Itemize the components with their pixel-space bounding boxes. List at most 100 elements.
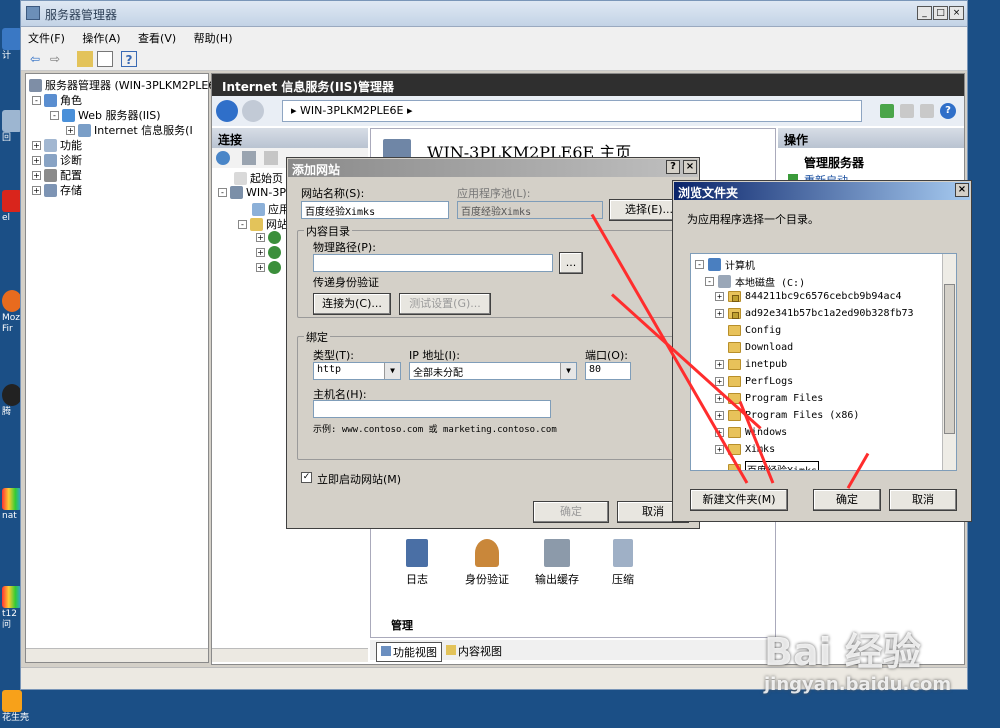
up-folder-icon[interactable] [77,51,93,67]
browse-ok-button[interactable]: 确定 [813,489,881,511]
maximize-button[interactable]: □ [933,6,948,20]
desktop-icon-nat[interactable]: nat [2,488,22,522]
feature-log[interactable]: 日志 [387,539,447,587]
conn-server[interactable]: - WIN-3P [218,186,286,199]
expand-icon[interactable]: + [66,125,75,135]
desktop-icon-qq[interactable]: 腾 [2,384,22,418]
expand-icon[interactable]: + [256,248,265,257]
tree-computer[interactable]: - 计算机 [695,257,755,272]
expand-icon[interactable]: + [715,292,724,301]
feature-auth[interactable]: 身份验证 [457,539,517,587]
expand-icon[interactable]: + [715,377,724,386]
expand-icon[interactable]: + [32,155,41,165]
expand-icon[interactable]: + [32,170,41,180]
start-site-checkbox[interactable]: ✓ [301,472,312,483]
scrollbar-thumb[interactable] [944,284,955,434]
home-icon[interactable] [920,104,934,118]
expand-icon[interactable]: + [256,263,265,272]
tree-config[interactable]: + 配置 [32,167,82,183]
conn-sites[interactable]: - 网站 [238,216,288,232]
minimize-button[interactable]: _ [917,6,932,20]
desktop-icon-recycle[interactable]: 回 [2,110,22,144]
collapse-icon[interactable]: - [705,277,714,286]
folder-item[interactable]: + ad92e341b57bc1a2ed90b328fb73 [715,308,914,319]
new-folder-button[interactable]: 新建文件夹(M) [690,489,788,511]
iis-address-bar[interactable]: ▸ WIN-3PLKM2PLE6E ▸ [282,100,862,122]
type-select[interactable]: http ▼ [313,362,401,380]
tree-disk[interactable]: - 本地磁盘 (C:) [705,274,805,289]
expand-icon[interactable]: + [715,360,724,369]
iis-forward-icon[interactable] [242,100,264,122]
folder-item[interactable]: +Download [715,342,793,353]
add-site-close-button[interactable]: × [683,160,697,174]
iis-help-icon[interactable]: ? [940,103,956,119]
connect-icon[interactable] [216,151,230,165]
conn-start-page[interactable]: 起始页 [234,170,283,186]
forward-icon[interactable]: ⇨ [47,51,63,67]
expand-icon[interactable]: + [715,445,724,454]
help-icon[interactable]: ? [121,51,137,67]
folder-item[interactable]: + PerfLogs [715,376,793,387]
folder-item[interactable]: +844211bc9c6576cebcb9b94ac4 [715,291,902,302]
desktop-icon-firefox[interactable]: Moz Fir [2,290,22,335]
iis-back-icon[interactable] [216,100,238,122]
folder-item[interactable]: +Config [715,325,781,336]
properties-icon[interactable] [97,51,113,67]
add-site-titlebar[interactable]: 添加网站 ? × [288,159,698,177]
folder-tree-scrollbar[interactable] [942,254,956,470]
collapse-icon[interactable]: - [32,95,41,105]
refresh-icon[interactable] [880,104,894,118]
port-input[interactable]: 80 [585,362,631,380]
tree-iis[interactable]: + Internet 信息服务(I [66,122,193,138]
browse-cancel-button[interactable]: 取消 [889,489,957,511]
ip-select[interactable]: 全部未分配 ▼ [409,362,577,380]
collapse-icon[interactable]: - [218,188,227,197]
collapse-icon[interactable]: - [50,110,59,120]
stop-icon[interactable] [900,104,914,118]
host-input[interactable] [313,400,551,418]
physical-path-input[interactable] [313,254,553,272]
tree-storage[interactable]: + 存储 [32,182,82,198]
desktop-icon-peanut[interactable]: 花生壳 [2,690,42,724]
expand-icon[interactable]: + [715,309,724,318]
menu-help[interactable]: 帮助(H) [187,27,240,49]
feature-compression[interactable]: 压缩 [593,539,653,587]
connections-scrollbar[interactable] [212,648,368,662]
save-icon[interactable] [242,151,256,165]
delete-icon[interactable] [264,151,278,165]
new-folder-name-input[interactable]: 百度经验Ximks [745,461,820,470]
browse-close-button[interactable]: × [955,183,969,197]
tree-web-server[interactable]: - Web 服务器(IIS) [50,107,161,123]
desktop-icon-el[interactable]: el [2,190,22,224]
conn-app-pools[interactable]: 应用 [252,201,290,217]
conn-site[interactable]: + [256,246,281,259]
expand-icon[interactable]: + [256,233,265,242]
title-bar[interactable]: 服务器管理器 _ □ × [21,1,967,27]
tab-features-view[interactable]: 功能视图 [376,642,442,662]
menu-file[interactable]: 文件(F) [21,27,72,49]
browse-path-button[interactable]: ... [559,252,583,274]
back-icon[interactable]: ⇦ [27,51,43,67]
conn-site[interactable]: + [256,261,281,274]
desktop-icon-computer[interactable]: 计 [2,28,22,62]
tree-features[interactable]: + 功能 [32,137,82,153]
site-name-input[interactable]: 百度经验Ximks [301,201,449,219]
connect-as-button[interactable]: 连接为(C)... [313,293,391,315]
feature-output-cache[interactable]: 输出缓存 [527,539,587,587]
desktop-icon-t12[interactable]: t12 问 [2,586,22,631]
expand-icon[interactable]: + [715,411,724,420]
menu-view[interactable]: 查看(V) [131,27,183,49]
folder-item[interactable]: + Program Files (x86) [715,410,859,421]
chevron-down-icon[interactable]: ▼ [560,363,576,379]
menu-action[interactable]: 操作(A) [75,27,127,49]
folder-item[interactable]: + inetpub [715,359,787,370]
expand-icon[interactable]: + [32,140,41,150]
chevron-down-icon[interactable]: ▼ [384,363,400,379]
tab-content-view[interactable]: 内容视图 [446,643,502,659]
conn-site[interactable]: + [256,231,281,244]
expand-icon[interactable]: + [32,185,41,195]
add-site-help-button[interactable]: ? [666,160,680,174]
tree-root[interactable]: 服务器管理器 (WIN-3PLKM2PLE6E [29,77,222,93]
close-button[interactable]: × [949,6,964,20]
collapse-icon[interactable]: - [238,219,247,229]
